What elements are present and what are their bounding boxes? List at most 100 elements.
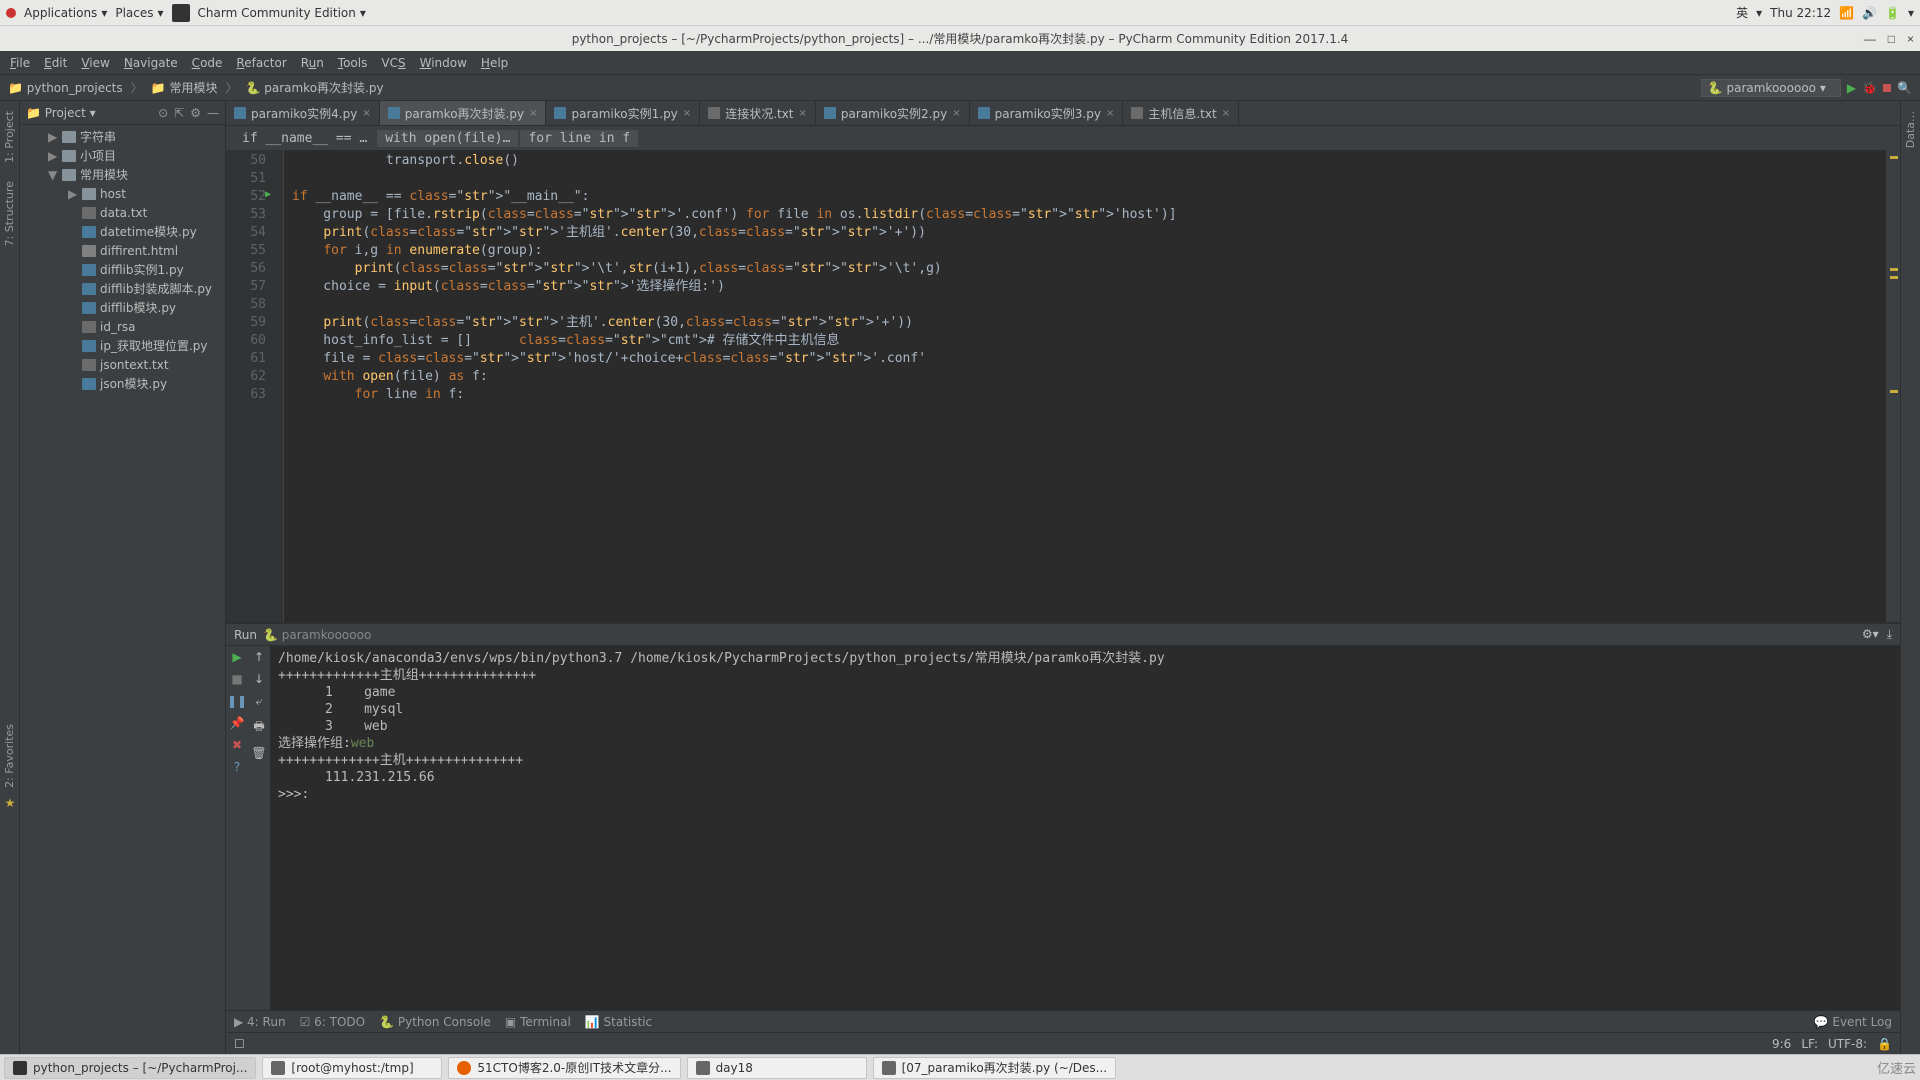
close-tab-icon[interactable]: × [952, 108, 960, 119]
menu-view[interactable]: View [81, 56, 109, 70]
stop-icon[interactable]: ■ [231, 672, 242, 686]
editor-tab[interactable]: paramiko实例3.py× [970, 101, 1124, 125]
minimize-panel-icon[interactable]: ⤓ [1887, 627, 1892, 642]
menu-tools[interactable]: Tools [338, 56, 368, 70]
run-config-dropdown[interactable]: 🐍 paramkoooooo ▾ [1701, 79, 1841, 97]
tree-folder[interactable]: ▶字符串 [20, 127, 225, 146]
close-icon[interactable]: ✖ [232, 738, 242, 752]
database-toolwindow-tab[interactable]: Data… [1904, 105, 1917, 154]
debug-button-icon[interactable]: 🐞 [1862, 81, 1877, 95]
taskbar-item[interactable]: [root@myhost:/tmp] [262, 1057, 442, 1079]
tree-folder-open[interactable]: ▼常用模块 [20, 165, 225, 184]
places-menu[interactable]: Places ▾ [115, 6, 163, 20]
run-toolwindow-button[interactable]: ▶ 4: Run [234, 1015, 286, 1029]
tree-file[interactable]: datetime模块.py [20, 222, 225, 241]
taskbar-item[interactable]: day18 [687, 1057, 867, 1079]
tree-file[interactable]: data.txt [20, 203, 225, 222]
breadcrumb-item[interactable]: if __name__ == … [234, 130, 375, 147]
eventlog-button[interactable]: 💬 Event Log [1814, 1015, 1892, 1029]
tree-folder[interactable]: ▶小项目 [20, 146, 225, 165]
terminal-toolwindow-button[interactable]: ▣ Terminal [505, 1015, 571, 1029]
breadcrumb-item[interactable]: for line in f [520, 130, 638, 147]
tree-file[interactable]: difflib模块.py [20, 298, 225, 317]
breadcrumb-item[interactable]: with open(file)… [377, 130, 518, 147]
gear-icon[interactable]: ⚙ [190, 106, 201, 120]
up-icon[interactable]: ↑ [254, 650, 264, 664]
close-tab-icon[interactable]: × [1106, 108, 1114, 119]
tree-file[interactable]: difflib实例1.py [20, 260, 225, 279]
tree-file[interactable]: diffirent.html [20, 241, 225, 260]
tree-file[interactable]: id_rsa [20, 317, 225, 336]
taskbar-item[interactable]: [07_paramiko再次封装.py (~/Des... [873, 1057, 1117, 1079]
breadcrumb-folder[interactable]: 📁 常用模块 [151, 79, 218, 96]
menu-code[interactable]: Code [192, 56, 223, 70]
close-tab-icon[interactable]: × [683, 108, 691, 119]
autoscroll-icon[interactable]: ⊙ [158, 106, 168, 120]
stop-button-icon[interactable] [1883, 84, 1891, 92]
menu-run[interactable]: Run [301, 56, 324, 70]
help-icon[interactable]: ? [234, 760, 240, 774]
editor-tab[interactable]: paramko再次封装.py× [380, 101, 547, 125]
favorites-toolwindow-tab[interactable]: 2: Favorites [0, 720, 19, 792]
tree-folder[interactable]: ▶host [20, 184, 225, 203]
editor-tab[interactable]: 主机信息.txt× [1123, 101, 1239, 125]
minimize-button[interactable]: — [1864, 32, 1876, 46]
wifi-icon[interactable]: 📶 [1839, 6, 1854, 20]
taskbar-item[interactable]: python_projects – [~/PycharmProj... [4, 1057, 256, 1079]
print-icon[interactable]: 🖶 [253, 717, 264, 738]
close-tab-icon[interactable]: × [362, 108, 370, 119]
tree-file[interactable]: jsontext.txt [20, 355, 225, 374]
maximize-button[interactable]: □ [1888, 32, 1895, 46]
pin-icon[interactable]: 📌 [230, 716, 245, 730]
menu-help[interactable]: Help [481, 56, 508, 70]
line-ending[interactable]: LF: [1801, 1037, 1818, 1051]
tree-file[interactable]: json模块.py [20, 374, 225, 393]
editor-tab[interactable]: paramiko实例4.py× [226, 101, 380, 125]
trash-icon[interactable]: 🗑 [251, 746, 266, 760]
editor-tab[interactable]: paramiko实例2.py× [816, 101, 970, 125]
search-icon[interactable]: 🔍 [1897, 81, 1912, 95]
toggle-toolwindows-icon[interactable]: ☐ [234, 1037, 245, 1051]
close-tab-icon[interactable]: × [1222, 108, 1230, 119]
statistic-toolwindow-button[interactable]: 📊 Statistic [585, 1015, 652, 1029]
collapse-icon[interactable]: ⇱ [174, 106, 184, 120]
applications-menu[interactable]: Applications ▾ [24, 6, 107, 20]
fold-gutter[interactable] [272, 150, 284, 622]
rerun-icon[interactable]: ▶ [232, 650, 241, 664]
structure-toolwindow-tab[interactable]: 7: Structure [3, 175, 16, 252]
down-icon[interactable]: ↓ [254, 672, 264, 686]
menu-refactor[interactable]: Refactor [236, 56, 286, 70]
power-icon[interactable]: ▾ [1908, 6, 1914, 20]
gear-icon[interactable]: ⚙▾ [1862, 627, 1879, 642]
battery-icon[interactable]: 🔋 [1885, 6, 1900, 20]
run-button-icon[interactable]: ▶ [1847, 81, 1856, 95]
breadcrumb-root[interactable]: 📁 python_projects [8, 81, 123, 95]
taskbar-item[interactable]: 51CTO博客2.0-原创IT技术文章分... [448, 1057, 680, 1079]
menu-window[interactable]: Window [420, 56, 467, 70]
close-tab-icon[interactable]: × [529, 108, 537, 119]
console-output[interactable]: /home/kiosk/anaconda3/envs/wps/bin/pytho… [270, 646, 1900, 1010]
error-stripe[interactable] [1886, 150, 1900, 622]
tree-file[interactable]: ip_获取地理位置.py [20, 336, 225, 355]
encoding[interactable]: UTF-8: [1828, 1037, 1867, 1051]
tree-file[interactable]: difflib封装成脚本.py [20, 279, 225, 298]
code-editor[interactable]: transport.close() if __name__ == class="… [284, 150, 1886, 622]
todo-toolwindow-button[interactable]: ☑ 6: TODO [300, 1015, 366, 1029]
menu-navigate[interactable]: Navigate [124, 56, 178, 70]
close-button[interactable]: × [1907, 32, 1914, 46]
menu-file[interactable]: FFileile [10, 56, 30, 70]
ime-indicator[interactable]: 英 [1736, 4, 1748, 21]
hide-icon[interactable]: — [207, 106, 219, 120]
breadcrumb-file[interactable]: 🐍 paramko再次封装.py [245, 79, 383, 96]
app-menu[interactable]: Charm Community Edition ▾ [198, 6, 366, 20]
pyconsole-toolwindow-button[interactable]: 🐍 Python Console [379, 1015, 491, 1029]
editor-tab[interactable]: paramiko实例1.py× [546, 101, 700, 125]
volume-icon[interactable]: 🔊 [1862, 6, 1877, 20]
close-tab-icon[interactable]: × [799, 108, 807, 119]
menu-edit[interactable]: Edit [44, 56, 67, 70]
wrap-icon[interactable]: ⤶ [256, 694, 263, 709]
pause-icon[interactable]: ❚❚ [227, 694, 247, 708]
menu-vcs[interactable]: VCS [381, 56, 405, 70]
project-toolwindow-tab[interactable]: 1: Project [3, 105, 16, 169]
editor-tab[interactable]: 连接状况.txt× [700, 101, 816, 125]
